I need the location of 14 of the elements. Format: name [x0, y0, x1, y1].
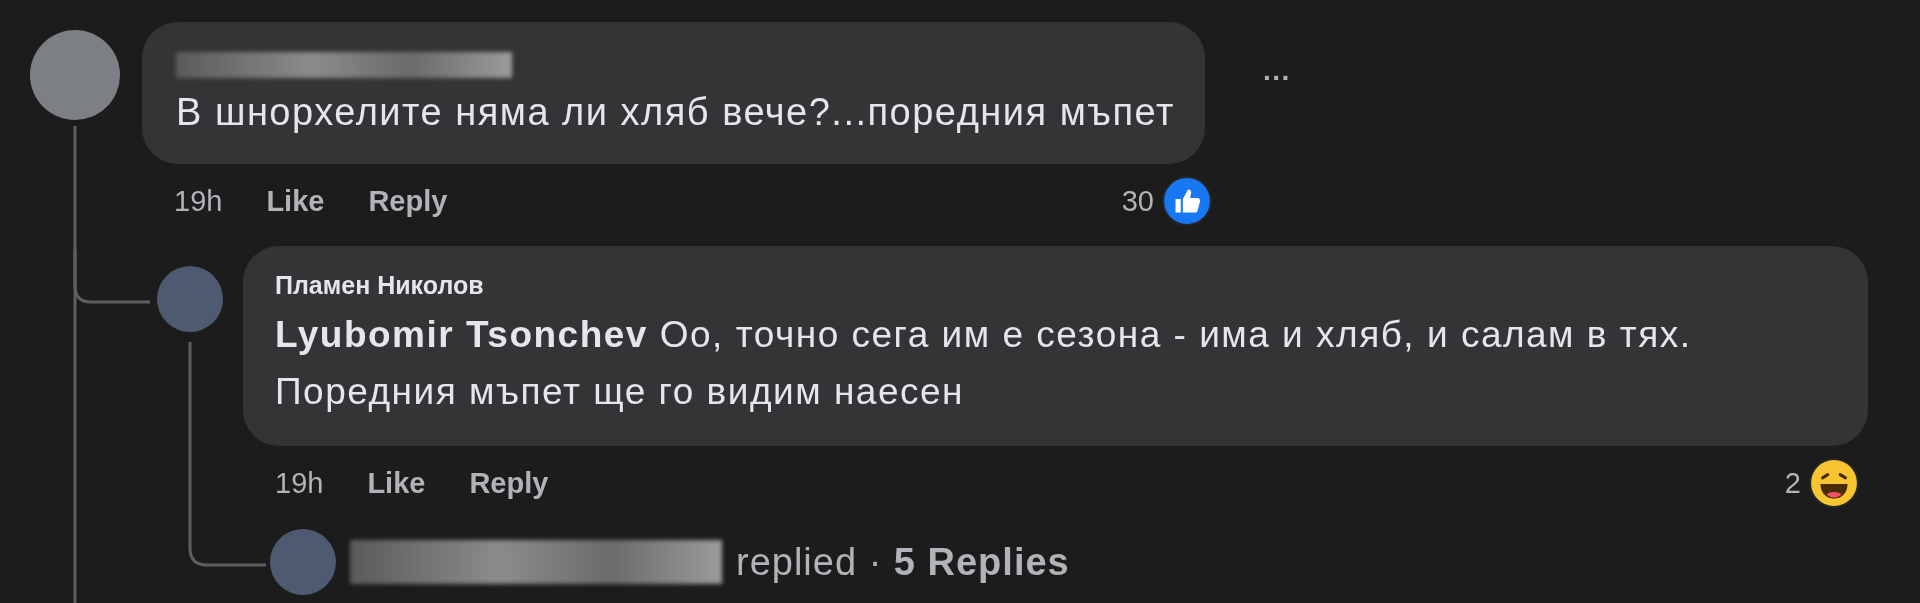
mention-link[interactable]: Lyubomir Tsonchev: [275, 314, 648, 355]
action-link[interactable]: Reply: [469, 466, 549, 500]
action-link[interactable]: Like: [367, 466, 426, 500]
comment-time: 19h: [174, 184, 223, 218]
reaction-count: 30: [1121, 184, 1154, 218]
comment-time: 19h: [275, 466, 324, 500]
action-link[interactable]: Reply: [368, 184, 448, 218]
replies-link[interactable]: replied · 5 Replies: [736, 540, 1070, 584]
more-options-button[interactable]: ···: [1262, 62, 1291, 94]
comment-text: Lyubomir Tsonchev Оо, точно сега им е сезона - има и хляб, и салам в тях. Поредния мъпет ще го видим наесен: [275, 313, 1693, 414]
author-name[interactable]: Пламен Николов: [275, 270, 484, 300]
comment-text: В шнорхелите няма ли хляб вече?...поредния мъпет: [176, 90, 1175, 135]
reaction-count: 2: [1784, 466, 1801, 500]
action-link[interactable]: Like: [266, 184, 325, 218]
